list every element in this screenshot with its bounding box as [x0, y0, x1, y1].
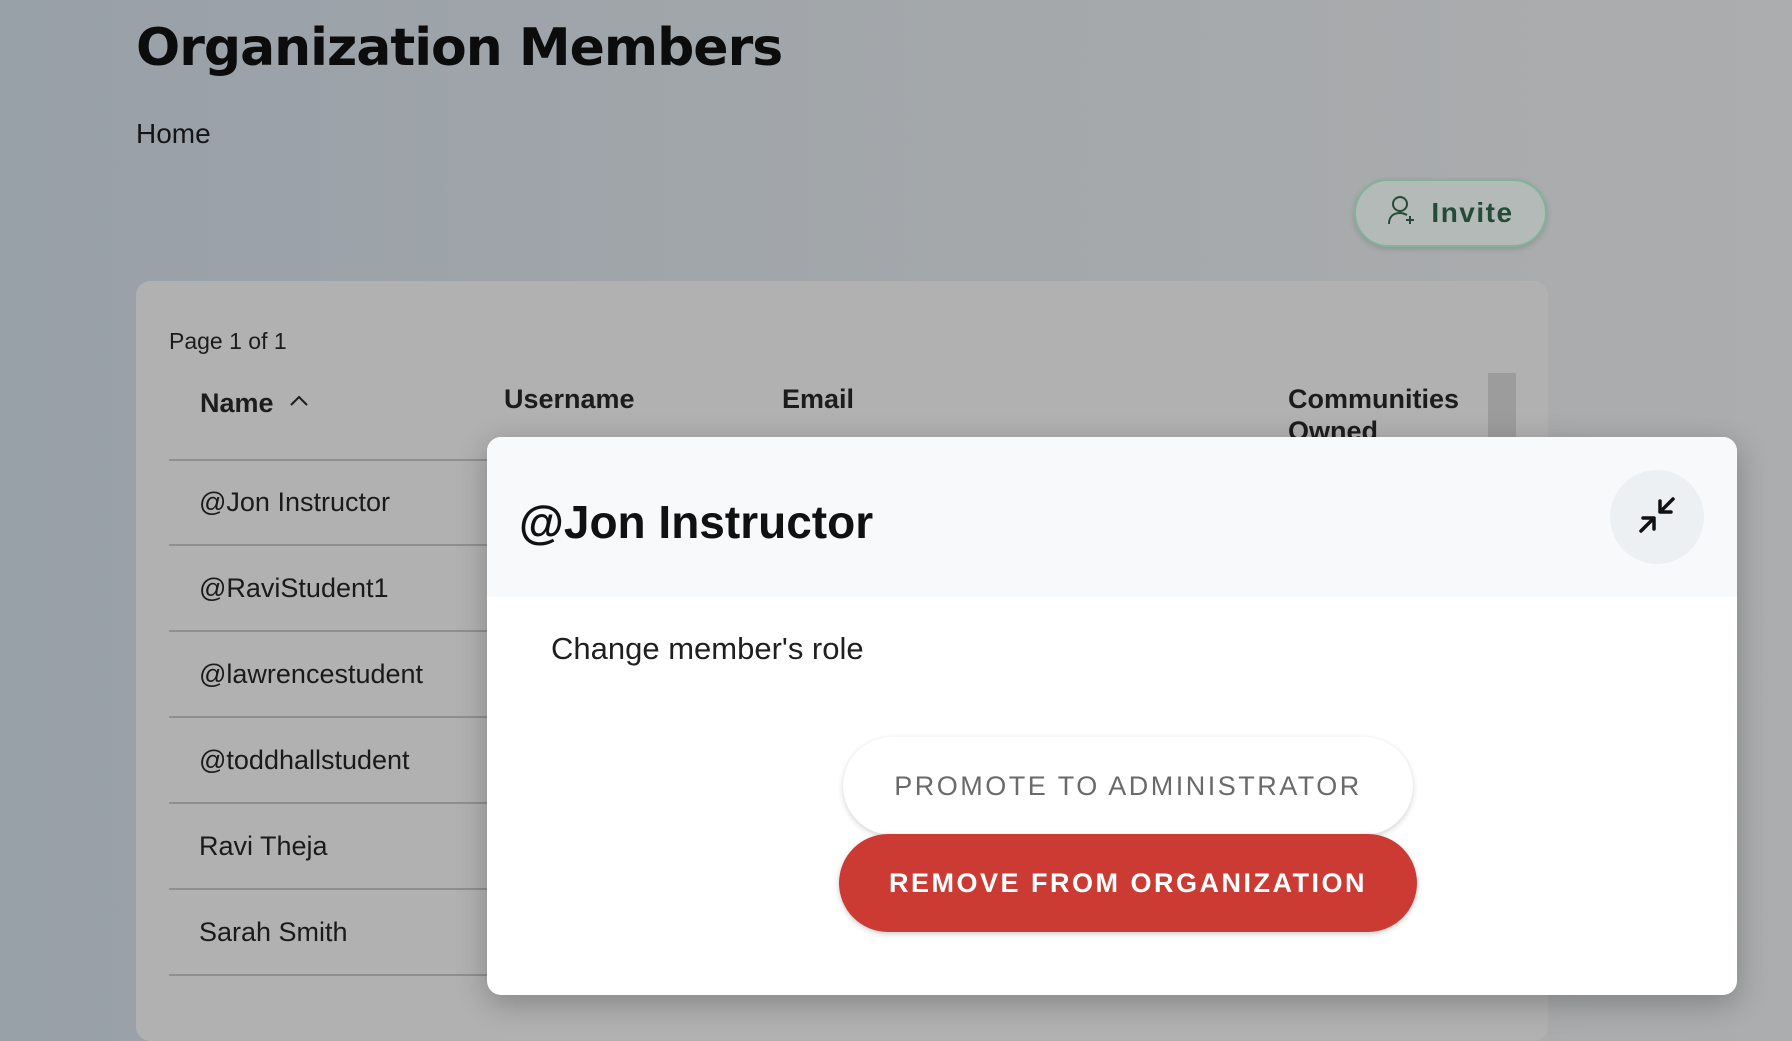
table-row[interactable]: Sarah Smith [169, 891, 499, 976]
modal-subtitle: Change member's role [551, 631, 864, 666]
column-header-username[interactable]: Username [504, 383, 635, 415]
column-header-email[interactable]: Email [782, 383, 854, 415]
remove-from-organization-button[interactable]: REMOVE FROM ORGANIZATION [839, 834, 1417, 932]
breadcrumb-home[interactable]: Home [136, 118, 211, 150]
page-info: Page 1 of 1 [169, 328, 287, 354]
sort-ascending-icon [288, 383, 310, 406]
collapse-button[interactable] [1610, 470, 1704, 564]
collapse-icon [1635, 493, 1679, 542]
table-row[interactable]: @toddhallstudent [169, 719, 499, 804]
page-title: Organization Members [136, 18, 783, 78]
invite-button[interactable]: Invite [1354, 179, 1547, 247]
table-row[interactable]: @Jon Instructor [169, 461, 499, 546]
add-user-icon [1387, 194, 1417, 233]
invite-label: Invite [1431, 197, 1514, 228]
table-row[interactable]: @RaviStudent1 [169, 547, 499, 632]
modal-title: @Jon Instructor [519, 496, 874, 548]
column-header-name[interactable]: Name [200, 383, 310, 419]
table-row[interactable]: @lawrencestudent [169, 633, 499, 718]
modal-header: @Jon Instructor [487, 437, 1737, 597]
member-modal: @Jon Instructor Change member's role PRO… [487, 437, 1737, 995]
table-row[interactable]: Ravi Theja [169, 805, 499, 890]
promote-to-administrator-button[interactable]: PROMOTE TO ADMINISTRATOR [843, 737, 1413, 835]
